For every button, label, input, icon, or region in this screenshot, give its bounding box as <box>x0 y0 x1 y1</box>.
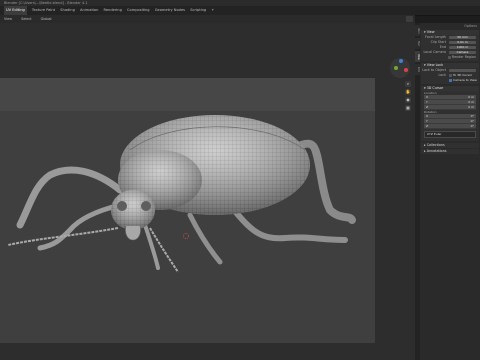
clip-end-field[interactable]: 1000 m <box>449 45 476 50</box>
zoom-icon[interactable]: ⌕ <box>405 81 411 87</box>
gizmo-x-axis[interactable] <box>404 68 408 72</box>
options-dropdown[interactable]: Options <box>420 23 480 29</box>
collections-section-header[interactable]: ▸ Collections <box>421 142 479 148</box>
3d-cursor-section: ▾ 3D Cursor Location X0 m Y0 m Z0 m Rota… <box>421 86 479 141</box>
cursor-rotation-z[interactable]: Z 0° <box>424 124 476 129</box>
3d-viewport[interactable]: ⌕ ✋ ◉ ▦ <box>0 23 415 360</box>
workspace-tab-geometry-nodes[interactable]: Geometry Nodes <box>155 6 185 15</box>
workspace-tab-rendering[interactable]: Rendering <box>104 6 122 15</box>
camera-to-view-checkbox[interactable]: Camera to View <box>449 78 477 83</box>
viewport-header: View Select Global <box>0 15 415 23</box>
workspace-tab-shading[interactable]: Shading <box>60 6 75 15</box>
workspace-tab-uv-editing[interactable]: UV Editing <box>4 6 27 15</box>
perspective-toggle-icon[interactable]: ▦ <box>405 105 411 111</box>
workspace-tab-scripting[interactable]: Scripting <box>190 6 206 15</box>
lock-to-object-field[interactable] <box>449 68 476 73</box>
view-section: ▾ View Focal Length 50 mm Clip Start 0.01 … <box>421 30 479 61</box>
workspace-tab-texture-paint[interactable]: Texture Paint <box>32 6 55 15</box>
clip-start-field[interactable]: 0.01 m <box>449 40 476 45</box>
navigation-gizmo[interactable] <box>390 58 410 78</box>
annotations-section-header[interactable]: ▸ Annotations <box>421 148 479 154</box>
shading-mode-button[interactable] <box>406 16 413 22</box>
view-lock-section: ▾ View Lock Lock to Object Lock To 3D Cur… <box>421 63 479 84</box>
local-camera-field[interactable]: Camera <box>449 50 476 55</box>
add-workspace-button[interactable]: + <box>211 6 214 15</box>
cursor-location-z[interactable]: Z0 m <box>424 105 476 110</box>
workspace-tab-animation[interactable]: Animation <box>80 6 98 15</box>
to-3d-cursor-check-icon <box>449 73 452 77</box>
pan-hand-icon[interactable]: ✋ <box>405 89 411 95</box>
rotation-mode-dropdown[interactable]: XYZ Euler <box>424 131 476 138</box>
sidebar-n-panel: Options ▾ View Focal Length 50 mm Clip St… <box>420 23 480 360</box>
camera-to-view-check-icon <box>449 78 452 82</box>
focal-length-field[interactable]: 50 mm <box>449 35 476 40</box>
gizmo-y-axis[interactable] <box>394 66 398 70</box>
render-region-check-icon <box>447 55 451 59</box>
workspace-tab-compositing[interactable]: Compositing <box>127 6 150 15</box>
window-title: Blender [C:\Users\...\Beetle.blend] - Bl… <box>4 1 88 5</box>
view-menu[interactable]: View <box>4 17 12 21</box>
select-menu[interactable]: Select <box>21 17 31 21</box>
beetle-model[interactable] <box>0 23 415 360</box>
render-region-checkbox[interactable]: Render Region <box>447 55 476 60</box>
gizmo-z-axis[interactable] <box>399 59 403 63</box>
camera-view-icon[interactable]: ◉ <box>405 97 411 103</box>
transform-orientation-dropdown[interactable]: Global <box>41 17 52 21</box>
